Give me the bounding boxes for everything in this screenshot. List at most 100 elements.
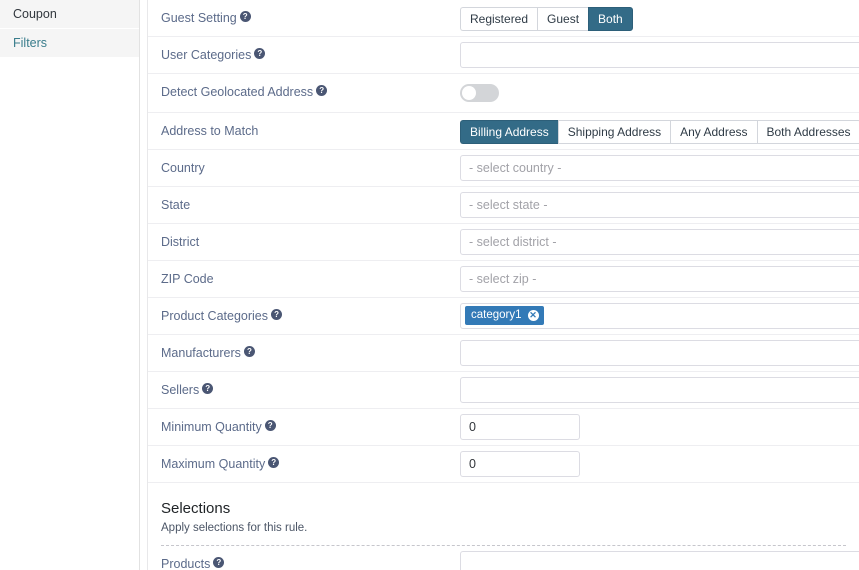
row-district: District - select district - (148, 224, 859, 261)
help-icon[interactable]: ? (268, 457, 280, 468)
label-text: Detect Geolocated Address (161, 85, 314, 99)
row-product-categories: Product Categories? category1 ✕ (148, 298, 859, 335)
district-select[interactable]: - select district - (460, 229, 859, 255)
field-district: - select district - (460, 224, 859, 260)
row-maximum-quantity: Maximum Quantity? 0 (148, 446, 859, 483)
tag-remove-icon[interactable]: ✕ (527, 309, 539, 321)
sidebar-empty-area (0, 58, 139, 570)
label-user-categories: User Categories? (148, 37, 460, 72)
field-manufacturers (460, 335, 859, 371)
label-product-categories: Product Categories? (148, 298, 460, 333)
label-products: Products? (148, 546, 460, 570)
field-product-categories: category1 ✕ (460, 298, 859, 334)
products-input[interactable] (460, 551, 859, 570)
guest-setting-option-guest[interactable]: Guest (537, 7, 589, 31)
minimum-quantity-input[interactable]: 0 (460, 414, 580, 440)
field-products (460, 546, 859, 570)
label-country: Country (148, 150, 460, 185)
label-text: Product Categories (161, 309, 269, 323)
settings-form-panel: Guest Setting? Registered Guest Both Use… (147, 0, 859, 570)
label-text: Minimum Quantity (161, 420, 262, 434)
label-guest-setting: Guest Setting? (148, 0, 460, 35)
sidebar-item-coupon[interactable]: Coupon (0, 0, 139, 29)
toggle-knob (462, 86, 476, 100)
label-text: Products (161, 557, 211, 570)
tag-label: category1 (471, 309, 522, 321)
field-state: - select state - (460, 187, 859, 223)
sidebar-item-label: Filters (13, 36, 48, 50)
product-categories-tag-input[interactable]: category1 ✕ (460, 303, 859, 329)
label-text: Guest Setting (161, 11, 237, 25)
label-zip-code: ZIP Code (148, 261, 460, 296)
help-icon[interactable]: ? (271, 309, 283, 320)
sidebar-item-label: Coupon (13, 7, 57, 21)
row-sellers: Sellers? (148, 372, 859, 409)
label-text: Address to Match (161, 124, 259, 138)
user-categories-input[interactable] (460, 42, 859, 68)
help-icon[interactable]: ? (213, 557, 225, 568)
label-text: District (161, 235, 200, 249)
address-option-shipping[interactable]: Shipping Address (557, 120, 671, 144)
label-text: State (161, 198, 191, 212)
field-zip-code: - select zip - (460, 261, 859, 297)
label-maximum-quantity: Maximum Quantity? (148, 446, 460, 481)
tag-item: category1 ✕ (465, 306, 544, 325)
label-text: Maximum Quantity (161, 457, 266, 471)
guest-setting-option-registered[interactable]: Registered (460, 7, 538, 31)
label-minimum-quantity: Minimum Quantity? (148, 409, 460, 444)
label-text: User Categories (161, 48, 252, 62)
label-manufacturers: Manufacturers? (148, 335, 460, 370)
field-detect-geolocated-address (460, 74, 859, 112)
field-user-categories (460, 37, 859, 73)
guest-setting-button-group: Registered Guest Both (460, 7, 633, 31)
row-products: Products? (148, 546, 859, 570)
row-address-to-match: Address to Match Billing Address Shippin… (148, 113, 859, 150)
help-icon[interactable]: ? (254, 48, 266, 59)
zip-code-select[interactable]: - select zip - (460, 266, 859, 292)
manufacturers-input[interactable] (460, 340, 859, 366)
label-text: Manufacturers (161, 346, 241, 360)
field-address-to-match: Billing Address Shipping Address Any Add… (460, 113, 859, 149)
help-icon[interactable]: ? (239, 11, 251, 22)
label-district: District (148, 224, 460, 259)
selections-title: Selections (161, 500, 231, 517)
guest-setting-option-both[interactable]: Both (588, 7, 633, 31)
country-select[interactable]: - select country - (460, 155, 859, 181)
help-icon[interactable]: ? (316, 85, 328, 96)
row-zip-code: ZIP Code - select zip - (148, 261, 859, 298)
detect-geolocated-address-toggle[interactable] (460, 84, 499, 102)
sidebar: Coupon Filters (0, 0, 140, 570)
label-detect-geolocated-address: Detect Geolocated Address? (148, 74, 460, 109)
field-guest-setting: Registered Guest Both (460, 0, 859, 36)
label-text: ZIP Code (161, 272, 214, 286)
maximum-quantity-input[interactable]: 0 (460, 451, 580, 477)
address-option-billing[interactable]: Billing Address (460, 120, 558, 144)
row-user-categories: User Categories? (148, 37, 859, 74)
label-state: State (148, 187, 460, 222)
sidebar-list: Coupon Filters (0, 0, 139, 58)
help-icon[interactable]: ? (202, 383, 214, 394)
address-option-any[interactable]: Any Address (670, 120, 757, 144)
row-minimum-quantity: Minimum Quantity? 0 (148, 409, 859, 446)
row-manufacturers: Manufacturers? (148, 335, 859, 372)
sellers-input[interactable] (460, 377, 859, 403)
label-address-to-match: Address to Match (148, 113, 460, 148)
row-country: Country - select country - (148, 150, 859, 187)
selections-section: Selections Apply selections for this rul… (148, 483, 859, 535)
selections-subtitle: Apply selections for this rule. (161, 522, 308, 534)
app-root: Coupon Filters Guest Setting? Registered… (0, 0, 859, 570)
address-to-match-button-group: Billing Address Shipping Address Any Add… (460, 120, 859, 144)
sidebar-item-filters[interactable]: Filters (0, 29, 139, 58)
label-text: Sellers (161, 383, 200, 397)
field-sellers (460, 372, 859, 408)
address-option-both[interactable]: Both Addresses (756, 120, 859, 144)
field-minimum-quantity: 0 (460, 409, 859, 445)
row-guest-setting: Guest Setting? Registered Guest Both (148, 0, 859, 37)
help-icon[interactable]: ? (243, 346, 255, 357)
label-sellers: Sellers? (148, 372, 460, 407)
help-icon[interactable]: ? (264, 420, 276, 431)
row-state: State - select state - (148, 187, 859, 224)
state-select[interactable]: - select state - (460, 192, 859, 218)
row-detect-geolocated-address: Detect Geolocated Address? (148, 74, 859, 113)
label-text: Country (161, 161, 205, 175)
